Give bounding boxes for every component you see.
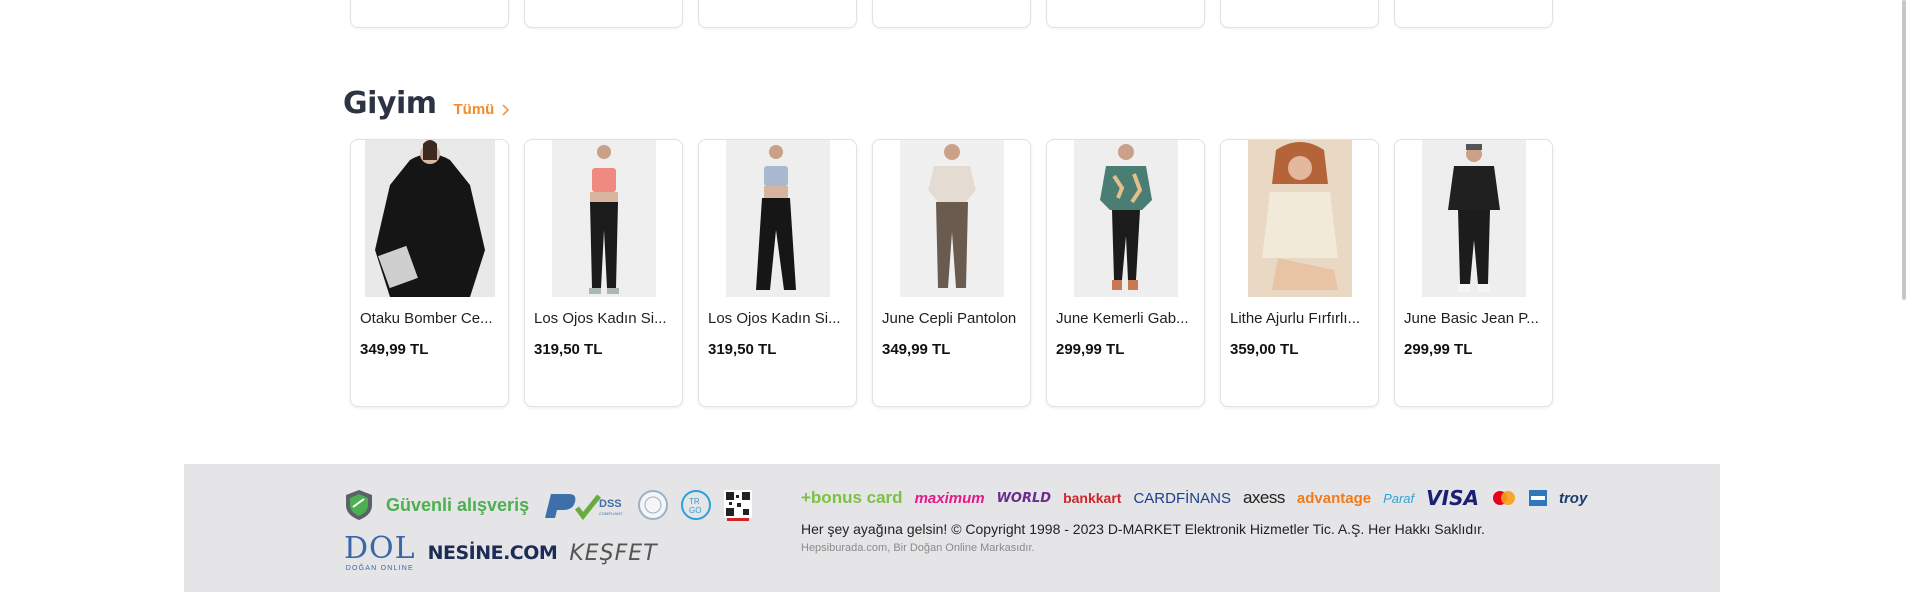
dogan-online-logo[interactable]: DOL DOĞAN ONLINE xyxy=(344,531,416,573)
product-price: 359,00 TL xyxy=(1230,341,1299,358)
product-card[interactable] xyxy=(524,0,683,28)
product-card[interactable] xyxy=(698,0,857,28)
paraf-logo: Paraf xyxy=(1383,490,1415,506)
product-price: 299,99 TL xyxy=(1404,341,1473,358)
dol-logo-text: DOL xyxy=(344,531,416,566)
product-price: 319,50 TL xyxy=(708,341,777,358)
visa-logo: VISA xyxy=(1426,486,1479,510)
product-price: 349,99 TL xyxy=(882,341,951,358)
bankkart-logo: bankkart xyxy=(1063,490,1122,506)
section-header: Giyim Tümü xyxy=(343,86,510,122)
svg-text:COMPLIANT: COMPLIANT xyxy=(599,511,623,516)
secure-shopping-label: Güvenli alışveriş xyxy=(386,494,530,515)
trgo-badge-icon: TR GO xyxy=(681,490,712,520)
svg-text:DSS: DSS xyxy=(599,498,622,510)
footer: Güvenli alışveriş DSS COMPLIANT TR GO DO… xyxy=(184,464,1720,592)
product-image[interactable] xyxy=(364,140,495,297)
kesfet-logo[interactable]: KEŞFET xyxy=(569,541,657,566)
product-image[interactable] xyxy=(551,140,656,297)
product-card[interactable]: Los Ojos Kadın Si... 319,50 TL xyxy=(698,139,857,407)
product-name[interactable]: Los Ojos Kadın Si... xyxy=(708,310,849,327)
bonus-card-logo: +bonus card xyxy=(801,488,903,507)
product-card[interactable] xyxy=(872,0,1031,28)
section-title: Giyim xyxy=(343,86,437,121)
see-all-link[interactable]: Tümü xyxy=(454,101,511,118)
product-price: 299,99 TL xyxy=(1056,341,1125,358)
troy-logo: troy xyxy=(1558,489,1588,507)
cardfinans-logo: CARDFİNANS xyxy=(1133,489,1231,507)
advantage-logo: advantage xyxy=(1296,489,1372,507)
mastercard-icon xyxy=(1492,491,1515,505)
product-image[interactable] xyxy=(899,140,1004,297)
product-name[interactable]: Lithe Ajurlu Fırfırlı... xyxy=(1230,310,1371,327)
secure-shopping: Güvenli alışveriş DSS COMPLIANT TR GO xyxy=(344,488,753,522)
see-all-label: Tümü xyxy=(453,101,495,118)
product-card[interactable]: June Kemerli Gab... 299,99 TL xyxy=(1046,139,1205,407)
maximum-logo: maximum xyxy=(914,489,985,507)
product-price: 349,99 TL xyxy=(360,341,429,358)
page-scrollbar[interactable] xyxy=(1900,0,1906,592)
product-image[interactable] xyxy=(1247,140,1352,297)
product-name[interactable]: June Basic Jean P... xyxy=(1404,310,1545,327)
product-image[interactable] xyxy=(1073,140,1178,297)
copyright-text: Her şey ayağına gelsin! © Copyright 1998… xyxy=(801,521,1485,537)
brand-line: Hepsiburada.com, Bir Doğan Online Markas… xyxy=(801,542,1035,554)
world-logo: WORLD xyxy=(996,490,1052,506)
product-card[interactable]: Los Ojos Kadın Si... 319,50 TL xyxy=(524,139,683,407)
group-brands: DOL DOĞAN ONLINE NESİNE.COM KEŞFET xyxy=(344,531,658,573)
product-card[interactable]: June Basic Jean P... 299,99 TL xyxy=(1394,139,1553,407)
product-card[interactable] xyxy=(1394,0,1553,28)
shield-icon xyxy=(346,490,372,520)
product-card[interactable] xyxy=(350,0,509,28)
previous-product-row xyxy=(350,0,1553,28)
svg-text:TR: TR xyxy=(689,497,700,506)
product-image[interactable] xyxy=(1421,140,1526,297)
american-express-icon xyxy=(1528,490,1547,506)
product-name[interactable]: June Cepli Pantolon xyxy=(882,310,1023,327)
product-image[interactable] xyxy=(725,140,830,297)
product-carousel: Otaku Bomber Ce... 349,99 TL Los Ojos Ka… xyxy=(350,139,1553,407)
product-card[interactable] xyxy=(1220,0,1379,28)
scrollbar-thumb[interactable] xyxy=(1902,0,1906,300)
etbis-badge-icon xyxy=(638,490,669,520)
chevron-right-icon xyxy=(502,103,510,116)
axess-logo: axess xyxy=(1242,488,1285,507)
product-name[interactable]: June Kemerli Gab... xyxy=(1056,310,1197,327)
product-card[interactable]: Otaku Bomber Ce... 349,99 TL xyxy=(350,139,509,407)
product-name[interactable]: Los Ojos Kadın Si... xyxy=(534,310,675,327)
product-name[interactable]: Otaku Bomber Ce... xyxy=(360,310,501,327)
payment-brands: +bonus card maximum WORLD bankkart CARDF… xyxy=(801,486,1599,510)
product-card[interactable]: Lithe Ajurlu Fırfırlı... 359,00 TL xyxy=(1220,139,1379,407)
nesine-logo[interactable]: NESİNE.COM xyxy=(428,542,558,564)
qr-code-icon[interactable] xyxy=(723,489,753,521)
svg-text:GO: GO xyxy=(689,506,701,515)
product-card[interactable] xyxy=(1046,0,1205,28)
dol-logo-sub: DOĞAN ONLINE xyxy=(345,565,414,572)
pci-dss-icon: DSS COMPLIANT xyxy=(545,494,623,520)
product-price: 319,50 TL xyxy=(534,341,603,358)
product-card[interactable]: June Cepli Pantolon 349,99 TL xyxy=(872,139,1031,407)
